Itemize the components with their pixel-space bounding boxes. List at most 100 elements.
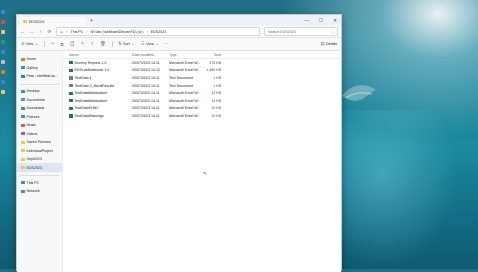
close-button[interactable]: ✕ (333, 18, 337, 24)
breadcrumb-eds2023[interactable]: EDS2023 (151, 30, 166, 34)
sidebar-item[interactable]: Pictures (17, 112, 62, 121)
file-date: 20/07/2023 14:11 (132, 99, 169, 103)
file-name: TestData 1 (75, 76, 92, 80)
desktop-icon[interactable] (1, 50, 5, 54)
file-name: TestData 2_literalResults (75, 84, 115, 88)
file-date: 20/07/2023 14:11 (132, 106, 169, 110)
forward-arrow-icon[interactable]: → (29, 29, 34, 34)
header-date-modified[interactable]: Date modified (132, 53, 169, 57)
sort-label: Sort (123, 42, 130, 46)
desktop-icon[interactable] (1, 60, 5, 64)
file-list: Name Date modified Type Size Dummy Repor… (63, 51, 341, 272)
sidebar-item-label: IndividualProject (27, 149, 53, 153)
sidebar-item[interactable]: Peta - sheffield.ac... (17, 72, 62, 81)
table-row[interactable]: TestDataMetabolism20/07/2023 14:11Micros… (63, 97, 341, 105)
breadcrumb-separator: › (66, 30, 67, 34)
sidebar-item[interactable]: EDS2023 (17, 163, 62, 172)
back-arrow-icon[interactable]: ← (20, 29, 25, 34)
maximize-button[interactable]: ☐ (319, 18, 323, 24)
copy-icon[interactable]: ⧉ (60, 42, 63, 47)
file-name-cell: Dummy Reports 1.0 (69, 61, 132, 65)
file-name: Dummy Reports 1.0 (75, 61, 107, 65)
chevron-down-icon: ⌄ (35, 41, 39, 47)
window-controls: — ☐ ✕ (305, 18, 341, 24)
desktop-icon[interactable] (1, 20, 5, 24)
breadcrumb-this-pc[interactable]: This PC (71, 30, 84, 34)
file-date: 20/07/2023 14:11 (132, 91, 169, 95)
sidebar-item[interactable]: Downloads (17, 104, 62, 113)
folder-icon (21, 107, 25, 110)
column-headers: Name Date modified Type Size (63, 51, 341, 59)
cut-icon[interactable]: ✂ (51, 41, 55, 47)
table-row[interactable]: Dummy Reports 1.020/07/2023 14:11Microso… (63, 59, 341, 67)
file-type: Microsoft Excel W... (169, 106, 201, 110)
file-type-icon (69, 99, 73, 102)
view-button[interactable]: ☰ View ⌄ (141, 41, 159, 47)
refresh-icon[interactable]: ⟳ (47, 29, 52, 35)
new-tab-button[interactable]: + (90, 18, 93, 24)
file-type-icon (69, 107, 73, 110)
sidebar-item[interactable]: Network (17, 187, 62, 196)
sidebar-item[interactable]: Desktop (17, 87, 62, 96)
sidebar-item-label: Network (27, 189, 40, 193)
sidebar-item[interactable]: Documents (17, 95, 62, 104)
folder-icon (23, 20, 27, 23)
desktop-icon[interactable] (1, 30, 5, 34)
sidebar-item-label: Peta - sheffield.ac... (27, 74, 59, 78)
sort-icon: ⇅ (118, 41, 122, 47)
sidebar-item[interactable]: Music (17, 121, 62, 130)
desktop-icon[interactable] (1, 40, 5, 44)
desktop-icon[interactable] (1, 10, 5, 14)
table-row[interactable]: TestDataSHNC20/07/2023 14:11Microsoft Ex… (63, 105, 341, 113)
file-type-icon (69, 76, 73, 79)
sidebar-item[interactable]: IndividualProject (17, 146, 62, 155)
header-type[interactable]: Type (169, 53, 201, 57)
table-row[interactable]: TestData 2_literalResults 20/07/2023 14:1… (63, 82, 341, 90)
file-date: 20/07/2023 14:11 (132, 76, 169, 80)
table-row[interactable]: EDSLabNotebook 1.020/07/2023 14:12Micros… (63, 67, 341, 75)
file-size: 1 KB (201, 84, 221, 88)
sidebar-item[interactable]: This PC (17, 178, 62, 187)
sidebar-item[interactable]: Gallery (17, 64, 62, 73)
tab-eds2023[interactable]: EDS2023 (20, 17, 86, 26)
table-row[interactable]: TestDataMetabolism20/07/2023 14:11Micros… (63, 89, 341, 97)
more-options-button[interactable]: ··· (165, 42, 169, 46)
desktop-icon[interactable] (1, 70, 5, 74)
file-name-cell: TestDataMetabolism (69, 99, 132, 103)
sort-button[interactable]: ⇅ Sort ⌄ (118, 41, 135, 47)
address-bar-row: ← → ↑ ⟳ ▭ › This PC › NYJah (\\vMikael\D… (17, 26, 341, 38)
sidebar-item[interactable]: Saved Pictures (17, 138, 62, 147)
share-icon[interactable]: ⇪ (90, 41, 94, 47)
delete-icon[interactable]: 🗑 (100, 41, 105, 47)
table-row[interactable]: TestDataWarnings20/07/2023 14:11Microsof… (63, 112, 341, 120)
sidebar-item[interactable]: Sept2023 (17, 155, 62, 164)
new-button[interactable]: ⊕ New ⌄ (21, 41, 38, 47)
paste-icon[interactable]: 📋 (70, 41, 75, 47)
rename-icon[interactable]: ✎ (81, 41, 85, 47)
folder-icon (21, 166, 25, 169)
sidebar-item[interactable]: Videos (17, 129, 62, 138)
sidebar-item[interactable]: Home (17, 55, 62, 64)
file-type-icon (69, 92, 73, 95)
new-label: New (26, 42, 33, 46)
search-input[interactable]: Search EDS2023 ⌕ (264, 27, 338, 36)
mouse-cursor-icon: ↖ (203, 171, 207, 177)
breadcrumb-drive[interactable]: NYJah (\\vMikael\Drivrar\FD) (U:) (91, 30, 144, 34)
details-button[interactable]: ▤ Details (320, 41, 337, 47)
file-type: Microsoft Excel W... (169, 99, 201, 103)
breadcrumb[interactable]: ▭ › This PC › NYJah (\\vMikael\Drivrar\F… (56, 27, 260, 36)
chevron-down-icon: ⌄ (131, 41, 135, 47)
up-arrow-icon[interactable]: ↑ (38, 29, 43, 34)
header-name[interactable]: Name (69, 53, 132, 57)
breadcrumb-separator: › (86, 30, 87, 34)
header-size[interactable]: Size (201, 53, 221, 57)
desktop-icon[interactable] (1, 90, 5, 94)
sidebar-item-label: Sept2023 (27, 157, 42, 161)
minimize-button[interactable]: — (305, 18, 310, 24)
folder-icon (21, 115, 25, 118)
desktop-icon[interactable] (1, 80, 5, 84)
table-row[interactable]: TestData 120/07/2023 14:11Text Document1… (63, 74, 341, 82)
file-date: 20/07/2023 14:11 (132, 61, 169, 65)
file-date: 20/07/2023 14:11 (132, 84, 169, 88)
file-name-cell: EDSLabNotebook 1.0 (69, 68, 132, 72)
